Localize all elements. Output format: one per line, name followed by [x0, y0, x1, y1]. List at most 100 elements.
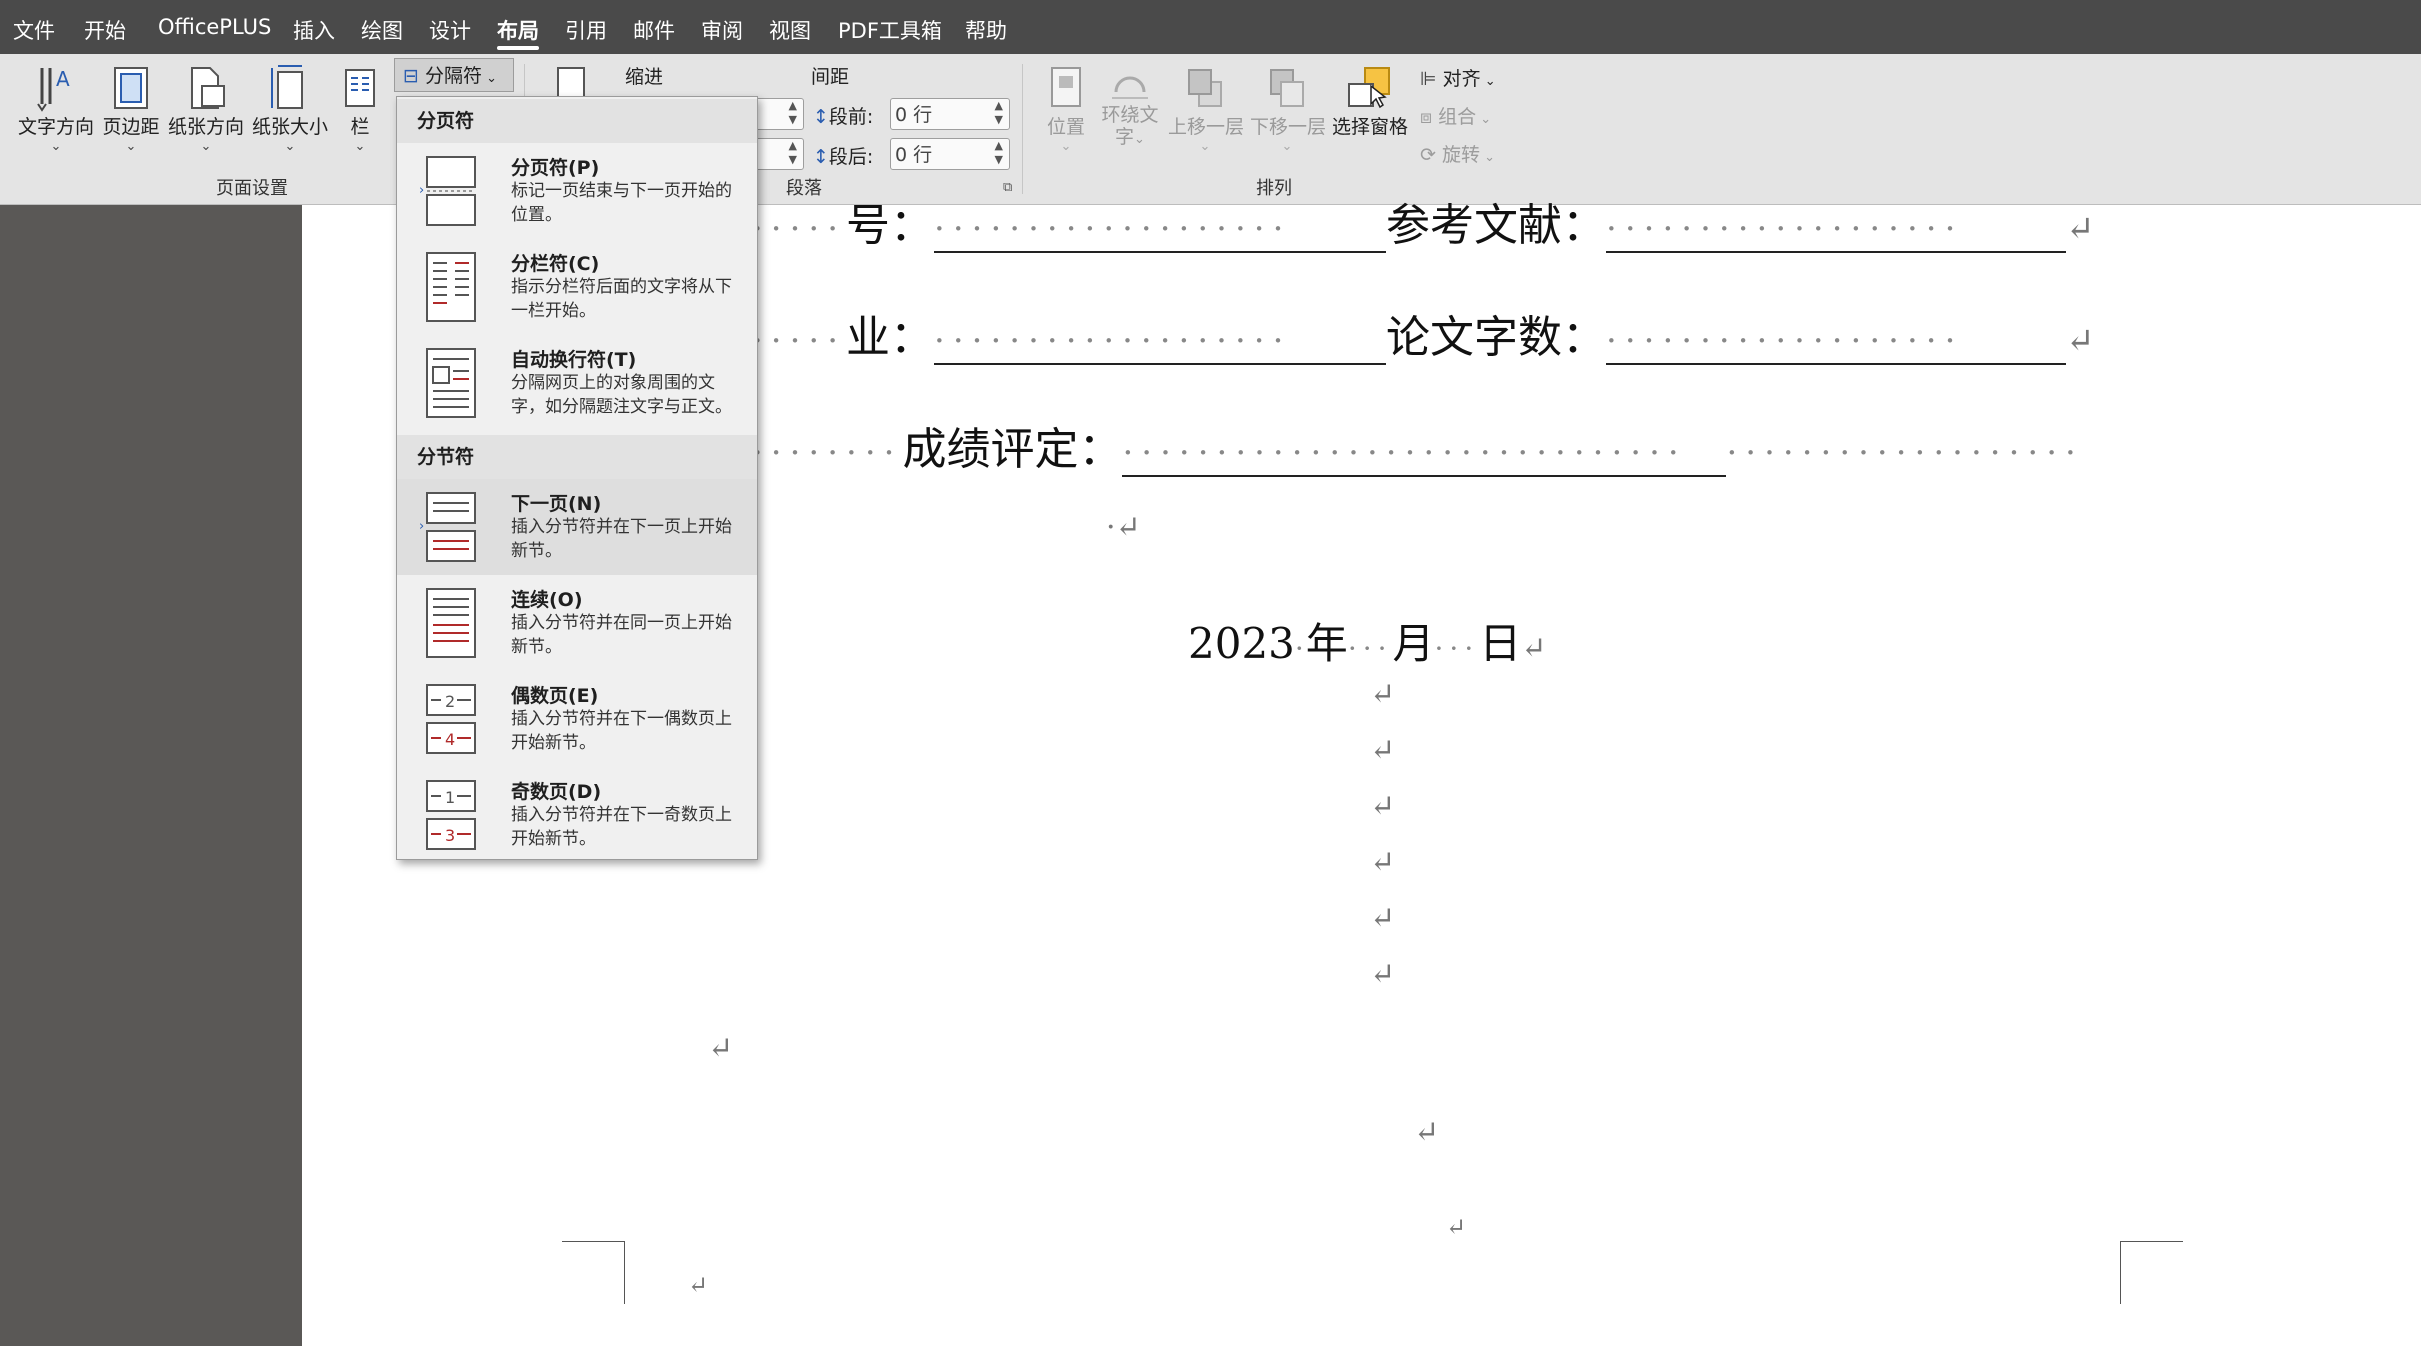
paragraph-mark-glyph: ↵ [1115, 510, 1141, 545]
spacing-after-label: ↕段后: [813, 142, 873, 169]
label-number: 号： [846, 200, 935, 251]
text-direction-label: 文字方向 [17, 116, 94, 138]
menu-item-title: 分页符(P) [511, 157, 600, 179]
label-references: 参考文献： [1386, 200, 1607, 251]
menu-item-desc: 标记一页结束与下一页开始的位置。 [511, 181, 732, 225]
paragraph-mark: ↵ [2066, 321, 2095, 361]
leader-dots: ··· [1347, 632, 1393, 665]
margins-icon [114, 67, 148, 109]
breaks-dropdown-button[interactable]: ⊟ 分隔符 ⌄ [394, 58, 514, 92]
doc-line-2: ·····业：··················· 论文字数：·········… [752, 301, 2095, 365]
menu-item-odd-page[interactable]: 1 3 奇数页(D) 插入分节符并在下一奇数页上开始新节。 [397, 767, 757, 863]
menu-item-title: 下一页(N) [511, 493, 602, 515]
menu-item-page-break[interactable]: › 分页符(P) 标记一页结束与下一页开始的位置。 [397, 143, 757, 239]
bring-forward-button[interactable]: 上移一层 ⌄ [1168, 64, 1244, 154]
size-label: 纸张大小 [251, 116, 328, 138]
paragraph-mark: ↵ [1370, 957, 1396, 992]
paragraph-mark: ↵ [1414, 1115, 1440, 1150]
menu-view[interactable]: 视图 [769, 15, 811, 45]
date-year-char: 年 [1305, 619, 1348, 668]
text-wrapping-break-icon [426, 348, 476, 418]
label-grade: 成绩评定： [902, 424, 1123, 475]
menu-item-title: 连续(O) [511, 589, 583, 611]
margins-label: 页边距 [102, 116, 160, 138]
svg-text:2: 2 [445, 692, 455, 711]
selection-pane-label: 选择窗格 [1332, 116, 1409, 138]
menu-draw[interactable]: 绘图 [361, 15, 403, 45]
menu-design[interactable]: 设计 [429, 15, 471, 45]
menu-home[interactable]: 开始 [84, 15, 126, 45]
spacing-after-icon: ↕ [813, 146, 829, 168]
wrap-text-icon [1112, 76, 1148, 99]
paper-size-icon [271, 65, 303, 109]
chevron-down-icon: ⌄ [1476, 112, 1492, 127]
menu-item-next-page[interactable]: › 下一页(N) 插入分节符并在下一页上开始新节。 [397, 479, 757, 575]
page-break-icon [426, 156, 476, 226]
paragraph-mark: ↵ [1446, 1213, 1467, 1241]
leader-dots: ··················· [1726, 433, 2084, 473]
menu-references[interactable]: 引用 [565, 15, 607, 45]
leader-dots: ··· [1434, 632, 1480, 665]
group-label-page-setup: 页面设置 [216, 178, 288, 199]
group-separator [1022, 64, 1023, 194]
send-backward-button[interactable]: 下移一层 ⌄ [1250, 64, 1327, 154]
spacing-before-icon: ↕ [813, 106, 829, 128]
spacing-before-input[interactable]: 0 行 ▲ ▼ [890, 98, 1010, 130]
label-major: 业： [846, 312, 935, 363]
menu-item-title: 分栏符(C) [511, 253, 600, 275]
breaks-label: 分隔符 [424, 65, 482, 87]
selection-pane-button[interactable]: 选择窗格 [1332, 64, 1409, 139]
menu-help[interactable]: 帮助 [965, 15, 1007, 45]
leader-dots: ······························ [1122, 433, 1687, 473]
columns-icon [345, 69, 375, 107]
menu-mailings[interactable]: 邮件 [633, 15, 675, 45]
spacing-after-value: 0 行 [895, 144, 933, 166]
paragraph-mark: ↵ [1370, 677, 1396, 712]
paragraph-mark: ↵ [1521, 631, 1547, 666]
column-break-icon [426, 252, 476, 322]
rotate-button[interactable]: ⟳ 旋转 ⌄ [1420, 140, 1495, 167]
menu-item-title: 自动换行符(T) [511, 349, 637, 371]
wrap-text-button[interactable]: 环绕文 字⌄ [1100, 64, 1160, 151]
orientation-button[interactable]: 纸张方向 ⌄ [166, 64, 246, 154]
menu-item-column-break[interactable]: 分栏符(C) 指示分栏符后面的文字将从下一栏开始。 [397, 239, 757, 335]
page-corner-mark [2120, 1241, 2183, 1304]
menu-item-title: 奇数页(D) [511, 781, 602, 803]
margins-button[interactable]: 页边距 ⌄ [100, 64, 162, 154]
chevron-right-icon: › [419, 519, 425, 534]
menu-item-continuous[interactable]: 连续(O) 插入分节符并在同一页上开始新节。 [397, 575, 757, 671]
align-button[interactable]: ⊫ 对齐 ⌄ [1420, 64, 1496, 91]
send-backward-icon [1270, 69, 1304, 107]
position-label: 位置 [1046, 116, 1085, 138]
menu-item-even-page[interactable]: 2 4 偶数页(E) 插入分节符并在下一偶数页上开始新节。 [397, 671, 757, 767]
leader-dots: ····· [752, 209, 847, 249]
columns-button[interactable]: 栏 ⌄ [336, 64, 384, 154]
rotate-label: 旋转 [1441, 144, 1480, 166]
section-header-page-breaks: 分页符 [397, 99, 757, 143]
group-label: 组合 [1438, 106, 1477, 128]
spacing-after-input[interactable]: 0 行 ▲ ▼ [890, 138, 1010, 170]
menu-layout[interactable]: 布局 [497, 15, 539, 45]
menu-item-desc: 插入分节符并在下一奇数页上开始新节。 [511, 805, 732, 849]
chevron-down-icon: ⌄ [354, 139, 366, 154]
menu-file[interactable]: 文件 [13, 15, 55, 45]
paragraph-mark: ↵ [1370, 733, 1396, 768]
paragraph-mark: ↵ [708, 1031, 734, 1066]
group-button[interactable]: ⧈ 组合 ⌄ [1420, 102, 1491, 129]
menu-pdf-toolbox[interactable]: PDF工具箱 [838, 15, 942, 45]
spacing-before-text: 段前: [828, 106, 874, 128]
menu-item-title: 偶数页(E) [511, 685, 599, 707]
text-direction-button[interactable]: A 文字方向 ⌄ [16, 64, 96, 154]
breaks-dropdown-menu: 分页符 › 分页符(P) 标记一页结束与下一页开始的位置。 分栏符(C) 指示分… [396, 96, 758, 860]
size-button[interactable]: 纸张大小 ⌄ [250, 64, 330, 154]
menu-item-text-wrapping-break[interactable]: 自动换行符(T) 分隔网页上的对象周围的文字，如分隔题注文字与正文。 [397, 335, 757, 431]
spacing-after-text: 段后: [828, 146, 874, 168]
leader-dots: ··················· [934, 321, 1292, 361]
paragraph-mark: ·↵ [1106, 510, 1141, 545]
send-backward-label: 下移一层 [1250, 116, 1327, 138]
chevron-down-icon: ⌄ [1479, 150, 1496, 165]
menu-review[interactable]: 审阅 [701, 15, 743, 45]
menu-officeplus[interactable]: OfficePLUS [158, 15, 271, 39]
position-button[interactable]: 位置 ⌄ [1040, 64, 1092, 154]
menu-insert[interactable]: 插入 [293, 15, 335, 45]
